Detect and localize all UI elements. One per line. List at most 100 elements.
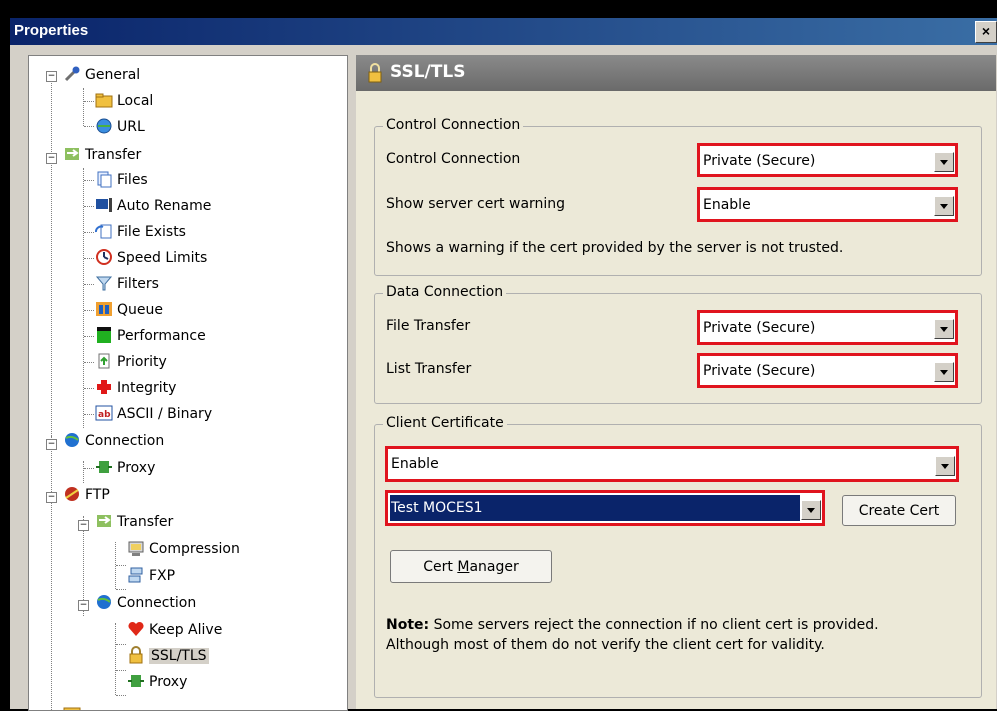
group-label: Client Certificate [383,415,507,431]
monitor-icon [95,196,113,214]
tree-item-compression[interactable]: Compression [127,538,240,560]
files-icon [95,170,113,188]
tree-line [116,695,126,696]
tree-line [84,362,94,363]
tree-line [84,180,94,181]
client-cert-select[interactable]: Test MOCES1 [385,490,825,526]
tree-line [83,168,84,428]
globe-connection-icon [63,431,81,449]
tree-item-fxp[interactable]: FXP [127,565,175,587]
speed-icon [95,248,113,266]
chevron-down-icon[interactable] [934,196,954,216]
tree-line [84,336,94,337]
properties-window: Properties × − General Local URL − Trans… [0,0,997,711]
tree-item-general[interactable]: General [63,64,140,86]
collapse-toggle[interactable]: − [46,153,57,164]
tree-item-ftp-transfer[interactable]: Transfer [95,511,173,533]
performance-icon [95,326,113,344]
tree-item-priority[interactable]: Priority [95,351,167,373]
collapse-toggle[interactable]: − [46,439,57,450]
tree-line [51,76,52,436]
tree-line [84,101,94,102]
tree-item-ascii-binary[interactable]: ab ASCII / Binary [95,403,212,425]
chevron-down-icon[interactable] [934,319,954,339]
filter-icon [95,274,113,292]
tree-line [116,644,126,645]
lock-icon [366,63,384,87]
tree-line [83,461,84,483]
tree-item-keep-alive[interactable]: Keep Alive [127,619,222,641]
tree-line [84,388,94,389]
tree-item-proxy[interactable]: Proxy [95,457,155,479]
group-label: Data Connection [383,284,507,300]
red-cross-icon [95,378,113,396]
tree-line [84,232,94,233]
chevron-down-icon[interactable] [801,500,821,520]
client-cert-note: Note: Some servers reject the connection… [386,617,879,653]
client-cert-enable-select[interactable]: Enable [385,446,959,482]
tree-line [84,310,94,311]
tree-line [83,88,84,126]
compression-icon [127,539,145,557]
panel-header: SSL/TLS [356,55,996,91]
folder-icon [63,703,81,710]
globe-connection-icon [95,593,113,611]
tree-line [84,284,94,285]
collapse-toggle[interactable]: − [46,492,57,503]
tree-item-partial [63,702,85,710]
chevron-down-icon[interactable] [935,456,955,476]
tree-item-connection[interactable]: Connection [63,430,164,452]
ab-text-icon: ab [95,404,113,422]
globe-link-icon [95,117,113,135]
tree-item-ssl-tls[interactable]: SSL/TLS [127,645,209,667]
window-title: Properties [14,22,89,39]
ftp-icon [63,485,81,503]
file-transfer-select[interactable]: Private (Secure) [697,310,958,345]
tree-item-transfer[interactable]: Transfer [63,144,141,166]
tree-item-auto-rename[interactable]: Auto Rename [95,195,211,217]
tree-item-filters[interactable]: Filters [95,273,159,295]
control-connection-label: Control Connection [386,151,521,167]
cert-warning-select[interactable]: Enable [697,187,958,222]
tree-item-performance[interactable]: Performance [95,325,206,347]
fxp-icon [127,566,145,584]
tree-line [115,623,116,695]
group-label: Control Connection [383,117,524,133]
tree-item-url[interactable]: URL [95,116,145,138]
panel-title: SSL/TLS [390,62,466,82]
chevron-down-icon[interactable] [934,152,954,172]
collapse-toggle[interactable]: − [46,71,57,82]
priority-icon [95,352,113,370]
tree-item-integrity[interactable]: Integrity [95,377,176,399]
proxy-icon [127,672,145,690]
title-bar[interactable]: Properties × [10,18,997,45]
tree-item-ftp[interactable]: FTP [63,484,110,506]
control-connection-select[interactable]: Private (Secure) [697,143,958,177]
tree-item-queue[interactable]: Queue [95,299,163,321]
svg-text:ab: ab [98,410,111,420]
tree-line [51,436,52,710]
queue-icon [95,300,113,318]
list-transfer-select[interactable]: Private (Secure) [697,353,958,388]
tree-line [84,206,94,207]
cert-warning-label: Show server cert warning [386,196,566,212]
tree-item-speed-limits[interactable]: Speed Limits [95,247,207,269]
settings-tree[interactable]: − General Local URL − Transfer Files Aut… [28,55,348,711]
tree-item-file-exists[interactable]: File Exists [95,221,186,243]
collapse-toggle[interactable]: − [78,600,89,611]
tree-item-files[interactable]: Files [95,169,148,191]
tree-item-ftp-proxy[interactable]: Proxy [127,671,187,693]
create-cert-button[interactable]: Create Cert [842,495,956,526]
cert-manager-button[interactable]: Cert Manager [390,550,552,583]
tree-item-local[interactable]: Local [95,90,153,112]
tree-line [84,258,94,259]
list-transfer-label: List Transfer [386,361,472,377]
dialog-body: − General Local URL − Transfer Files Aut… [10,45,997,711]
tree-item-ftp-connection[interactable]: Connection [95,592,196,614]
file-transfer-label: File Transfer [386,318,471,334]
collapse-toggle[interactable]: − [78,520,89,531]
file-exists-icon [95,222,113,240]
chevron-down-icon[interactable] [934,362,954,382]
transfer-icon [95,512,113,530]
close-button[interactable]: × [975,21,997,43]
